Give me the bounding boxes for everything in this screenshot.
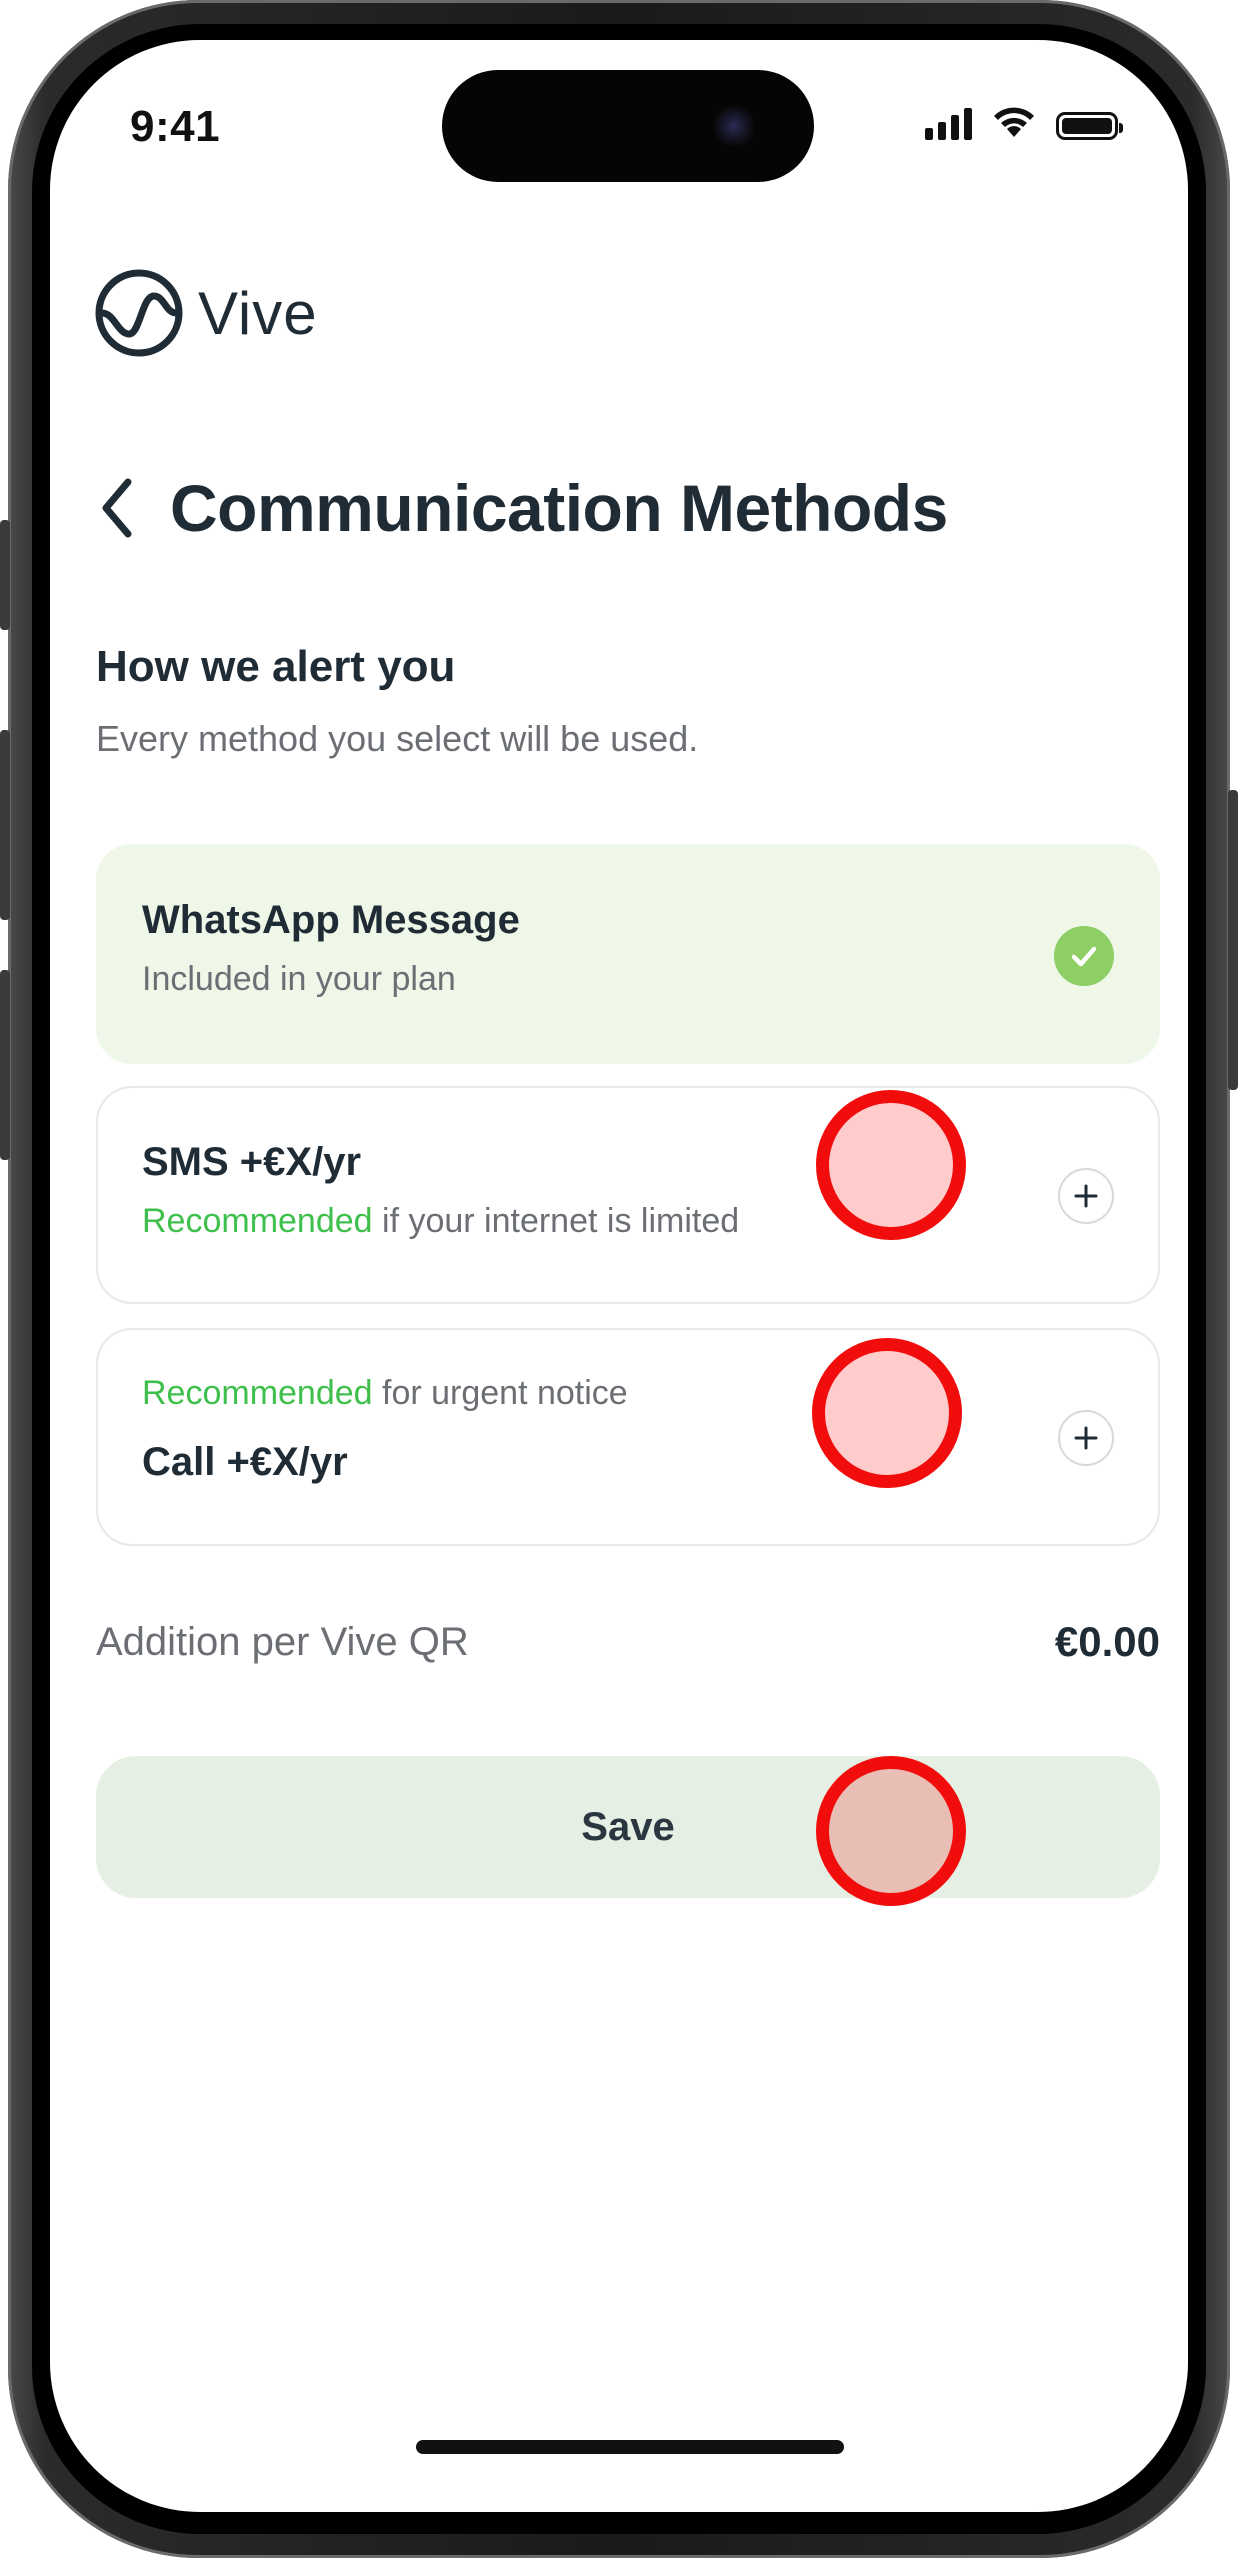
addition-value: €0.00 <box>1054 1618 1160 1665</box>
add-call-button[interactable] <box>1058 1410 1114 1466</box>
check-circle-icon <box>1054 926 1114 986</box>
section-subtitle: Every method you select will be used. <box>96 718 699 759</box>
back-button[interactable] <box>88 468 144 548</box>
recommended-badge: Recommended <box>142 1202 373 1240</box>
plus-icon <box>1074 1184 1098 1208</box>
brand-logo: Vive <box>94 268 318 358</box>
wifi-icon <box>994 107 1034 137</box>
chevron-left-icon <box>102 478 132 538</box>
method-card-whatsapp[interactable]: WhatsApp Message Included in your plan <box>96 844 1160 1064</box>
method-title: WhatsApp Message <box>142 898 520 942</box>
home-indicator[interactable] <box>416 2440 844 2454</box>
volume-up-button <box>0 730 10 920</box>
status-icons <box>925 106 1123 140</box>
add-sms-button[interactable] <box>1058 1168 1114 1224</box>
status-time: 9:41 <box>130 102 221 151</box>
method-note: if your internet is limited <box>372 1202 740 1240</box>
addition-label: Addition per Vive QR <box>96 1620 469 1664</box>
power-button <box>1228 790 1238 1090</box>
tap-marker-save <box>816 1756 966 1906</box>
method-title: Call +€X/yr <box>142 1440 348 1484</box>
plus-icon <box>1074 1426 1098 1450</box>
battery-icon <box>1056 112 1123 140</box>
method-subtitle: Included in your plan <box>142 960 456 998</box>
recommended-badge: Recommended <box>142 1374 373 1412</box>
save-button[interactable]: Save <box>96 1756 1160 1898</box>
action-button <box>0 520 10 630</box>
method-note: for urgent notice <box>372 1374 628 1412</box>
cellular-signal-icon <box>925 108 972 140</box>
method-title: SMS +€X/yr <box>142 1140 362 1184</box>
page-header: Communication Methods <box>88 468 948 548</box>
section-heading: How we alert you <box>96 642 456 691</box>
vive-logo-icon <box>95 269 183 357</box>
dynamic-island <box>442 70 814 182</box>
method-card-sms[interactable]: SMS +€X/yr Recommended if your internet … <box>96 1086 1160 1304</box>
brand-name: Vive <box>198 279 318 347</box>
method-card-call[interactable]: Recommended for urgent notice Call +€X/y… <box>96 1328 1160 1546</box>
method-subtitle: Recommended if your internet is limited <box>142 1202 739 1241</box>
save-label: Save <box>581 1804 675 1849</box>
page-title: Communication Methods <box>170 471 948 545</box>
camera-lens <box>712 104 756 148</box>
app-screen: 9:41 Vive Communication Methods How we a… <box>50 40 1188 2512</box>
volume-down-button <box>0 970 10 1160</box>
tap-marker-call <box>812 1338 962 1488</box>
method-subtitle: Recommended for urgent notice <box>142 1374 628 1413</box>
tap-marker-sms <box>816 1090 966 1240</box>
